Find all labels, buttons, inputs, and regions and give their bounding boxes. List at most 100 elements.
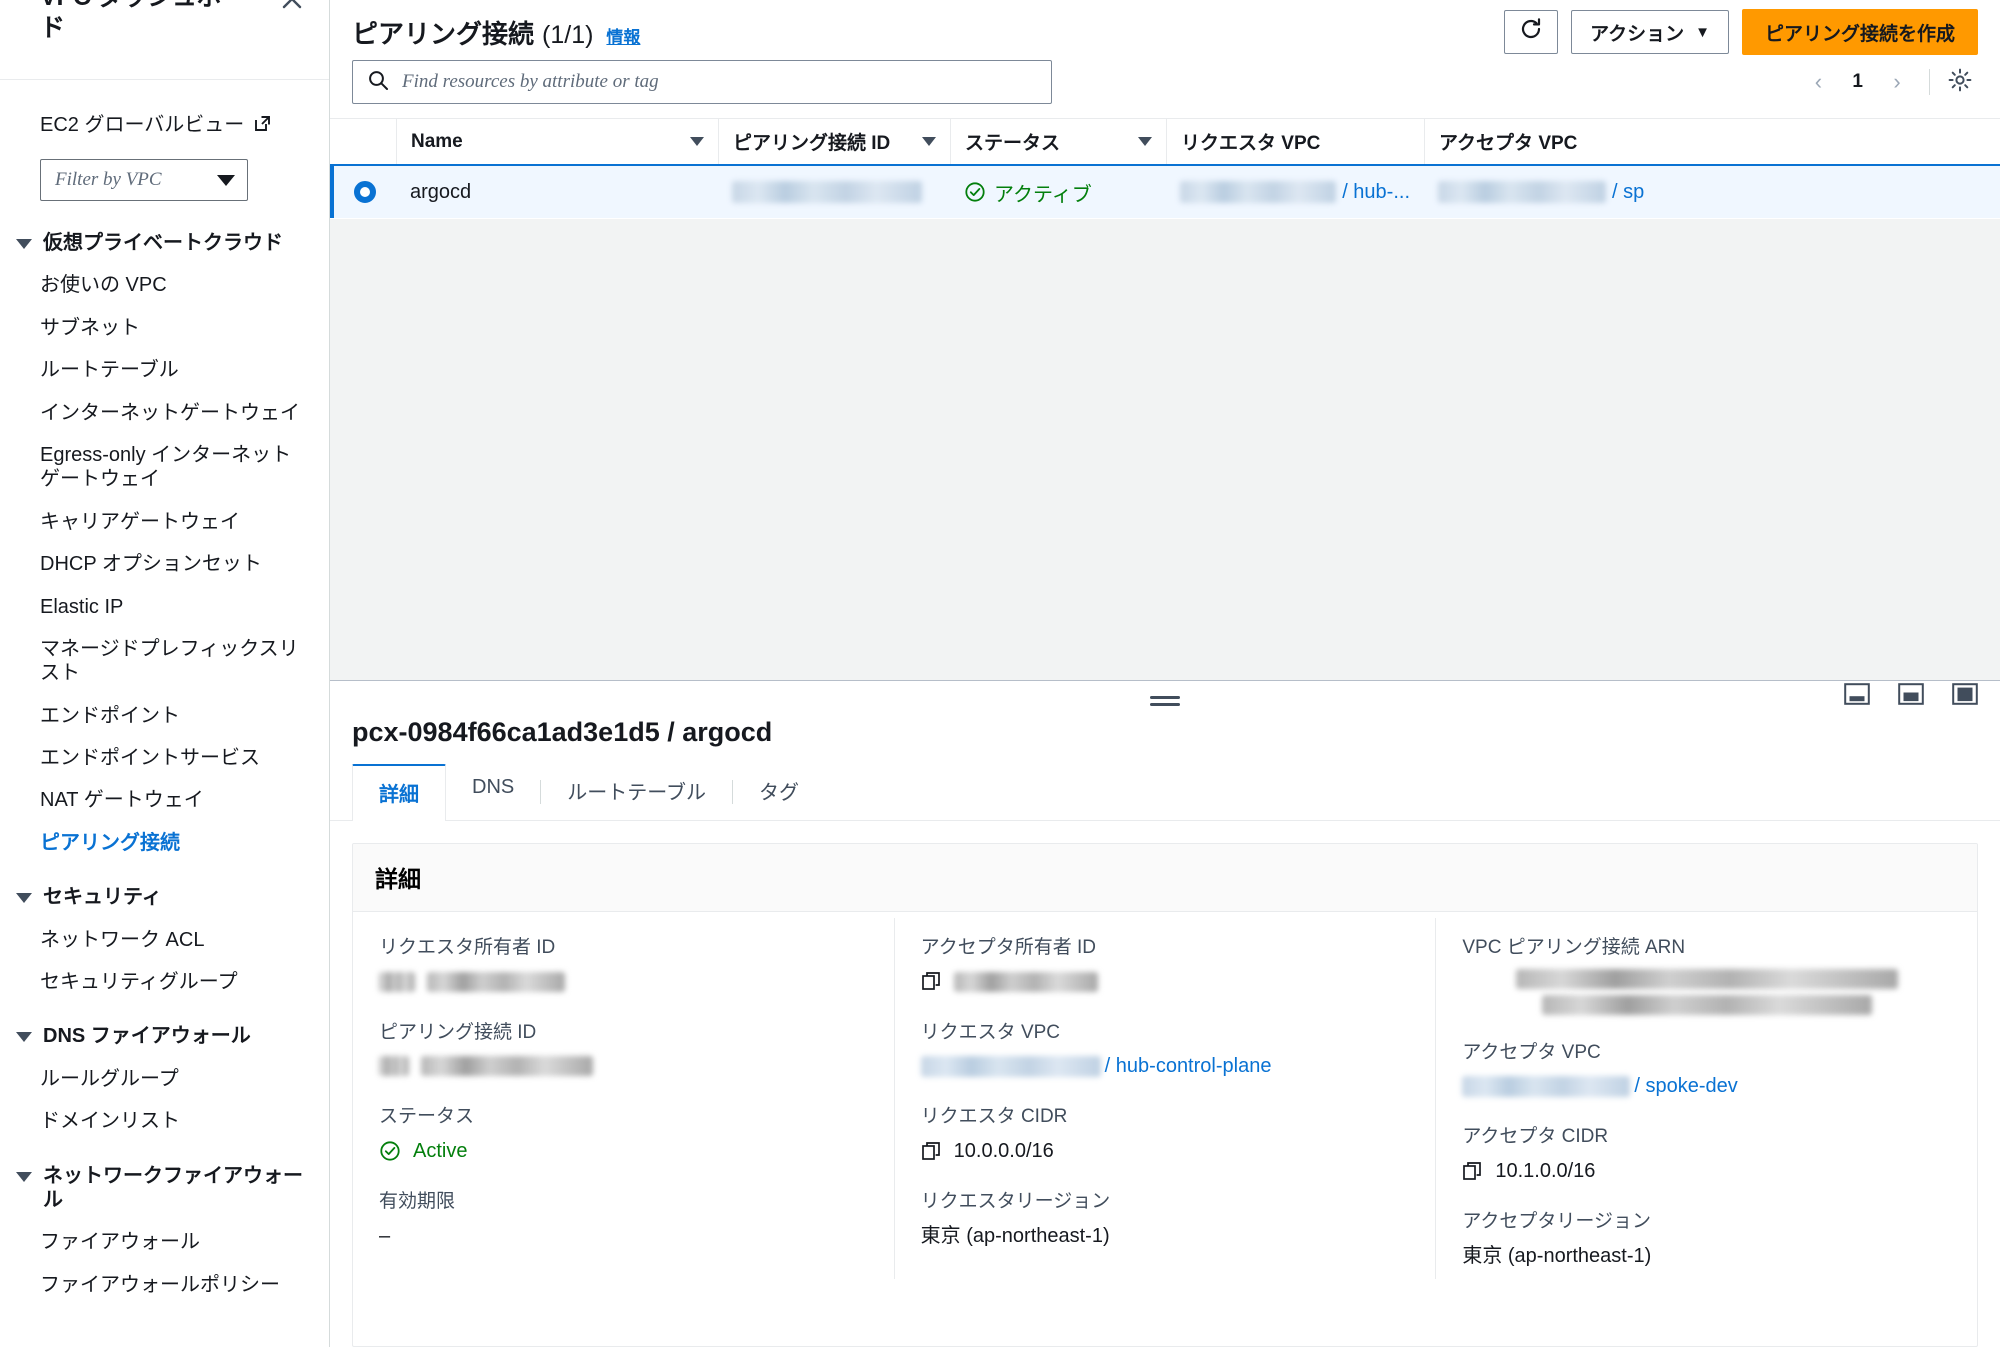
sidebar-item-rule-groups[interactable]: ルールグループ (0, 1067, 329, 1091)
sidebar-item-nat-gateways[interactable]: NAT ゲートウェイ (0, 788, 329, 812)
details-column-2: アクセプタ所有者 ID リクエスタ VPC / hub-control-plan… (893, 918, 1436, 1279)
search-box[interactable] (352, 60, 1052, 104)
redacted-arn-line-1 (1515, 968, 1898, 989)
close-icon[interactable] (279, 0, 305, 12)
sidebar-item-firewalls[interactable]: ファイアウォール (0, 1230, 329, 1254)
field-value: 10.0.0.0/16 (921, 1138, 1410, 1164)
vpc-filter-placeholder: Filter by VPC (55, 169, 162, 190)
sidebar-item-internet-gateways[interactable]: インターネットゲートウェイ (0, 401, 329, 425)
panel-bottom-icon[interactable] (1844, 683, 1870, 705)
panel-center-icon[interactable] (1898, 683, 1924, 705)
check-circle-icon (964, 181, 986, 203)
panel-full-icon[interactable] (1952, 683, 1978, 705)
sidebar-item-network-acls[interactable]: ネットワーク ACL (0, 928, 329, 952)
requester-vpc-link[interactable]: / hub-... (1342, 181, 1410, 204)
sidebar-item-carrier-gateways[interactable]: キャリアゲートウェイ (0, 510, 329, 534)
create-peering-connection-button[interactable]: ピアリング接続を作成 (1741, 9, 1978, 55)
pagination-next-button[interactable]: › (1877, 62, 1917, 102)
cidr-value: 10.1.0.0/16 (1495, 1160, 1596, 1183)
sidebar-item-elastic-ips[interactable]: Elastic IP (0, 595, 329, 619)
status-text: Active (413, 1140, 468, 1163)
split-panel-position-controls (1844, 683, 1978, 705)
accepter-vpc-link[interactable]: / spoke-dev (1634, 1073, 1737, 1099)
split-panel-title: pcx-0984f66ca1ad3e1d5 / argocd (352, 717, 773, 747)
field-label: ピアリング接続 ID (379, 1021, 537, 1043)
pagination-prev-button[interactable]: ‹ (1798, 62, 1838, 102)
sidebar-item-firewall-policies[interactable]: ファイアウォールポリシー (0, 1273, 329, 1297)
column-header-name[interactable]: Name (396, 119, 718, 164)
sidebar-item-managed-prefix-lists[interactable]: マネージドプレフィックスリスト (0, 637, 329, 686)
gear-icon (1946, 66, 1974, 99)
column-header-accepter-vpc[interactable]: アクセプタ VPC (1424, 119, 2000, 164)
column-header-peering-id[interactable]: ピアリング接続 ID (718, 119, 950, 164)
sort-descending-icon (1138, 137, 1152, 146)
table-preferences-button[interactable] (1942, 64, 1978, 100)
status-badge: アクティブ (964, 178, 1092, 207)
cell-status: アクティブ (950, 166, 1166, 218)
info-link[interactable]: 情報 (606, 23, 640, 48)
cell-peering-id (718, 166, 950, 218)
row-select-cell[interactable] (334, 166, 396, 218)
sidebar-item-dhcp-option-sets[interactable]: DHCP オプションセット (0, 552, 329, 576)
sidebar-item-endpoints[interactable]: エンドポイント (0, 704, 329, 728)
pagination-page-1[interactable]: 1 (1842, 71, 1873, 93)
requester-vpc-link[interactable]: / hub-control-plane (1105, 1053, 1272, 1079)
field-value: / hub-control-plane (920, 1053, 1410, 1079)
table-row[interactable]: argocd アクティブ / hub-... / sp (330, 166, 2000, 218)
tab-dns[interactable]: DNS (446, 764, 540, 820)
sidebar-group-security[interactable]: セキュリティ (0, 885, 329, 909)
redacted-vpc-id (1462, 1075, 1631, 1097)
sidebar-group-vpc[interactable]: 仮想プライベートクラウド (0, 231, 329, 255)
copy-icon[interactable] (921, 971, 942, 992)
sidebar-item-ec2-global-view[interactable]: EC2 グローバルビュー (0, 80, 329, 137)
field-value (379, 1053, 868, 1079)
resource-count: (1/1) (542, 20, 594, 49)
refresh-button[interactable] (1504, 10, 1559, 54)
tab-tags[interactable]: タグ (733, 764, 825, 820)
external-link-icon (253, 114, 272, 133)
actions-dropdown-button[interactable]: アクション ▼ (1571, 10, 1729, 54)
column-header-requester-vpc[interactable]: リクエスタ VPC (1166, 119, 1424, 164)
redacted-value (953, 971, 1098, 992)
split-panel-tabs: 詳細 DNS ルートテーブル タグ (330, 764, 2000, 821)
sidebar-item-domain-lists[interactable]: ドメインリスト (0, 1109, 329, 1133)
vpc-filter-select[interactable]: Filter by VPC (40, 159, 248, 201)
select-all-column (330, 119, 396, 164)
search-row (352, 60, 1978, 118)
redacted-vpc-id (920, 1055, 1101, 1077)
table-header-area: ピアリング接続 (1/1) 情報 アクション ▼ ピアリング接続を作成 Find… (330, 0, 2000, 118)
caret-down-icon (16, 893, 32, 904)
sidebar-item-security-groups[interactable]: セキュリティグループ (0, 970, 329, 994)
sidebar-item-peering-connections[interactable]: ピアリング接続 (0, 831, 329, 855)
field-value (1462, 968, 1951, 1015)
search-icon (367, 69, 389, 96)
sidebar-item-route-tables[interactable]: ルートテーブル (0, 358, 329, 382)
sidebar-group-dns-firewall[interactable]: DNS ファイアウォール (0, 1024, 329, 1048)
status-text: アクティブ (994, 183, 1092, 206)
field-accepter-owner-id: アクセプタ所有者 ID (921, 936, 1410, 995)
field-label: リクエスタ CIDR (920, 1106, 1068, 1128)
chevron-down-icon (217, 174, 235, 186)
header-actions: アクション ▼ ピアリング接続を作成 (1504, 9, 1978, 55)
sidebar-group-label: ネットワークファイアウォール (43, 1164, 303, 1211)
row-radio-selected[interactable] (354, 181, 376, 203)
sort-descending-icon (690, 137, 704, 146)
sidebar-group-label: 仮想プライベートクラウド (43, 232, 283, 254)
sidebar-item-egress-only-igw[interactable]: Egress-only インターネットゲートウェイ (0, 443, 329, 492)
divider (1929, 69, 1930, 95)
sidebar-item-endpoint-services[interactable]: エンドポイントサービス (0, 746, 329, 770)
search-input[interactable] (400, 61, 1037, 103)
tab-details[interactable]: 詳細 (352, 764, 446, 821)
accepter-vpc-link[interactable]: / sp (1612, 181, 1644, 204)
copy-icon[interactable] (921, 1141, 942, 1162)
sidebar-item-your-vpcs[interactable]: お使いの VPC (0, 273, 329, 297)
tab-route-table[interactable]: ルートテーブル (541, 764, 732, 820)
field-value (921, 969, 1410, 995)
sidebar-group-network-firewall[interactable]: ネットワークファイアウォール (0, 1164, 329, 1213)
copy-icon[interactable] (1462, 1161, 1483, 1182)
sidebar: VPC ダッシュボード EC2 グローバルビュー Filter by VPC (0, 0, 330, 1347)
redacted-accepter-vpc-id (1438, 181, 1606, 203)
resize-handle[interactable] (1150, 696, 1180, 706)
sidebar-item-subnets[interactable]: サブネット (0, 316, 329, 340)
column-header-status[interactable]: ステータス (950, 119, 1166, 164)
